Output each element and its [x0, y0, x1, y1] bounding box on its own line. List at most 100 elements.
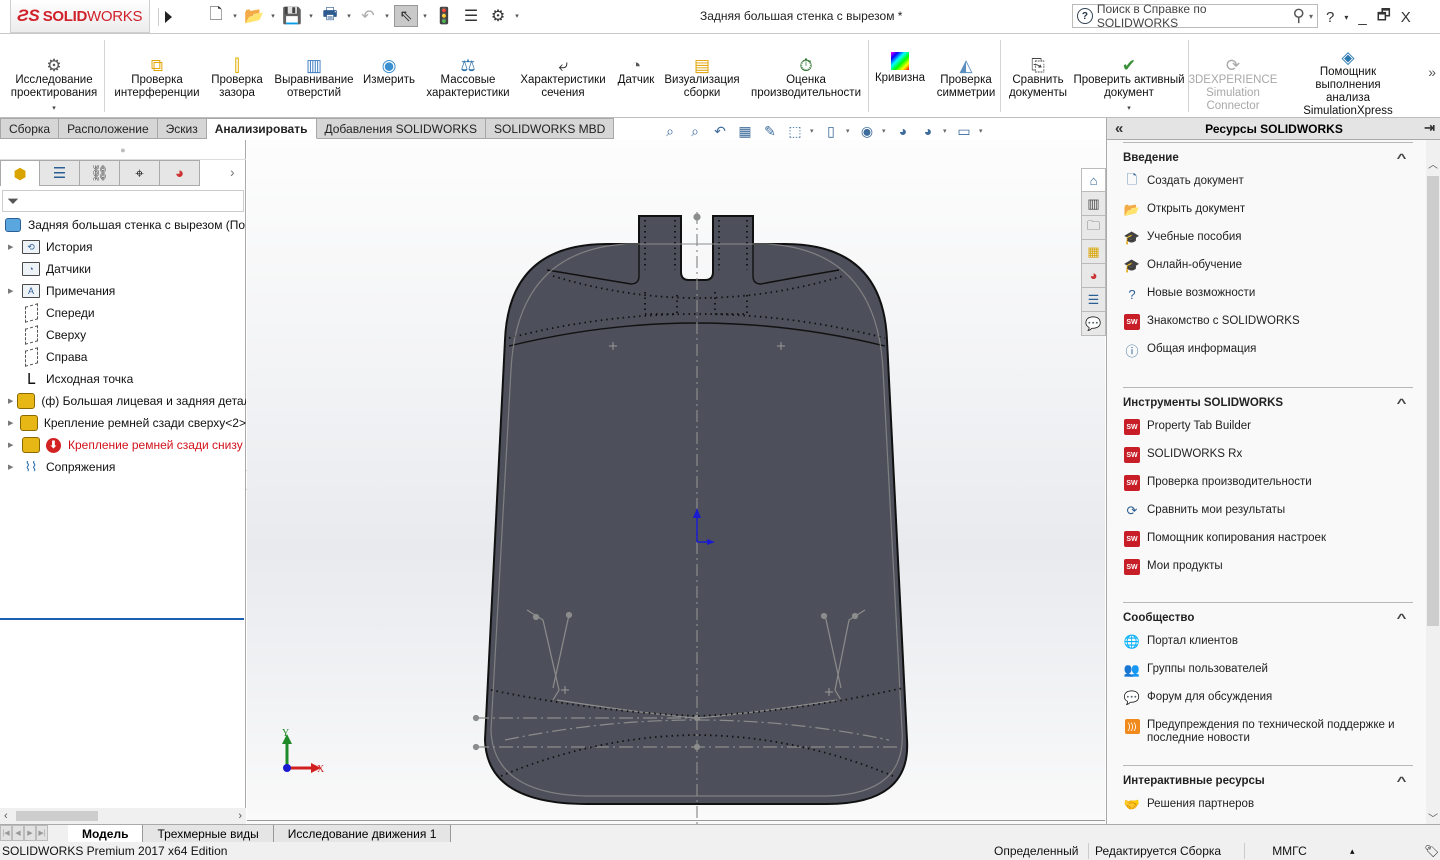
- display-style-icon[interactable]: ▯: [821, 122, 841, 140]
- new-document-button[interactable]: 🗋: [204, 5, 228, 27]
- tab-3[interactable]: Анализировать: [206, 118, 317, 139]
- resource-link[interactable]: SW Помощник копирования настроек: [1123, 524, 1413, 552]
- resource-link[interactable]: 🗋 Создать документ: [1123, 167, 1413, 195]
- ribbon-button-4[interactable]: ◉ Измерить: [360, 34, 418, 118]
- tree-node[interactable]: Задняя большая стенка с вырезом (По: [0, 214, 246, 236]
- apply-scene-icon[interactable]: ◕: [918, 122, 938, 140]
- resource-link[interactable]: 📂 Открыть документ: [1123, 195, 1413, 223]
- resource-link[interactable]: ⓘ Общая информация: [1123, 335, 1413, 363]
- ribbon-button-1[interactable]: ⧉ Проверка интерференции: [112, 34, 202, 118]
- help-dropdown-icon[interactable]: ▾: [1344, 13, 1348, 22]
- collapse-panel-icon[interactable]: «: [1115, 120, 1123, 137]
- resource-link[interactable]: ))) Предупреждения по технической поддерж…: [1123, 711, 1413, 745]
- collapse-section-icon[interactable]: ^: [1397, 611, 1407, 625]
- ribbon-button-9[interactable]: ⏱ Оценка производительности: [746, 34, 866, 118]
- resource-link[interactable]: ⟳ Сравнить мои результаты: [1123, 496, 1413, 524]
- resource-link[interactable]: 🤝 Решения партнеров: [1123, 790, 1413, 818]
- section-header[interactable]: Сообщество ^: [1123, 603, 1413, 627]
- dynamic-annotation-icon[interactable]: ✎: [760, 122, 780, 140]
- hide-show-items-icon[interactable]: ◉: [857, 122, 877, 140]
- print-button[interactable]: 🖶: [318, 5, 342, 27]
- resource-link[interactable]: 💬 Форум для обсуждения: [1123, 683, 1413, 711]
- zoom-to-fit-icon[interactable]: ⌕: [660, 122, 680, 140]
- undo-dropdown-icon[interactable]: ▾: [383, 5, 391, 27]
- horizontal-scrollbar[interactable]: ‹ ›: [0, 808, 246, 824]
- open-document-button[interactable]: 📂: [242, 5, 266, 27]
- resource-link[interactable]: SW Property Tab Builder: [1123, 412, 1413, 440]
- ribbon-button-10[interactable]: ■ Кривизна: [872, 34, 928, 118]
- save-dropdown-icon[interactable]: ▾: [307, 5, 315, 27]
- ribbon-button-5[interactable]: ⚖ Массовые характеристики: [422, 34, 514, 118]
- expand-arrow-icon[interactable]: ▶: [8, 287, 18, 295]
- bottom-tab-1[interactable]: Трехмерные виды: [143, 825, 274, 842]
- expand-arrow-icon[interactable]: ▶: [8, 419, 16, 427]
- tab-propertymanager[interactable]: ☰: [40, 160, 80, 186]
- search-icon[interactable]: ⚲: [1293, 6, 1305, 26]
- tab-2[interactable]: Эскиз: [157, 118, 207, 139]
- tree-node[interactable]: ▶ ⌇⌇ Сопряжения: [0, 456, 246, 478]
- zoom-to-area-icon[interactable]: ⌕: [685, 122, 705, 140]
- expand-arrow-icon[interactable]: ▶: [8, 243, 18, 251]
- scroll-left-icon[interactable]: ‹: [4, 810, 8, 822]
- select-button[interactable]: ⇖: [394, 5, 418, 27]
- task-tab-solidworks-forum[interactable]: 💬: [1081, 312, 1106, 336]
- section-header[interactable]: Инструменты SOLIDWORKS ^: [1123, 388, 1413, 412]
- view-orientation-dropdown-icon[interactable]: ▾: [810, 127, 816, 135]
- model-canvas[interactable]: Y X: [247, 140, 1105, 824]
- tab-4[interactable]: Добавления SOLIDWORKS: [316, 118, 486, 139]
- minimize-button[interactable]: _: [1358, 9, 1366, 26]
- view-orientation-icon[interactable]: ⬚: [785, 122, 805, 140]
- resource-link[interactable]: SW Мои продукты: [1123, 552, 1413, 580]
- tab-1[interactable]: Расположение: [59, 118, 158, 139]
- previous-view-icon[interactable]: ↶: [710, 122, 730, 140]
- view-settings-dropdown-icon[interactable]: ▾: [979, 127, 985, 135]
- resource-link[interactable]: 🎓 Онлайн-обучение: [1123, 251, 1413, 279]
- ribbon-button-14[interactable]: ⟳ 3DEXPERIENCE Simulation Connector: [1189, 34, 1278, 118]
- ribbon-button-12[interactable]: ⎘ Сравнить документы: [1004, 34, 1072, 118]
- tab-5[interactable]: SOLIDWORKS MBD: [486, 118, 615, 139]
- edit-appearance-icon[interactable]: ◕: [893, 122, 913, 140]
- resource-link[interactable]: SW Проверка производительности: [1123, 468, 1413, 496]
- scroll-up-icon[interactable]: ︿: [1427, 156, 1439, 171]
- expand-arrow-icon[interactable]: ▶: [8, 441, 18, 449]
- task-tab-custom-properties[interactable]: ☰: [1081, 288, 1106, 312]
- more-tabs-arrow-icon[interactable]: ›: [230, 164, 235, 180]
- rebuild-button[interactable]: 🚦: [432, 5, 456, 27]
- tree-filter[interactable]: ⏷: [2, 190, 244, 212]
- tab-0[interactable]: Сборка: [0, 118, 60, 139]
- first-tab-icon[interactable]: |◀: [0, 825, 12, 841]
- ribbon-button-3[interactable]: ▥ Выравнивание отверстий: [270, 34, 358, 118]
- ribbon-button-15[interactable]: ◈ Помощник выполнения анализа SimulationX…: [1296, 34, 1400, 118]
- section-header[interactable]: Интерактивные ресурсы ^: [1123, 766, 1413, 790]
- resource-link[interactable]: 🌐 Портал клиентов: [1123, 627, 1413, 655]
- tab-configurationmanager[interactable]: ⛓: [80, 160, 120, 186]
- collapse-section-icon[interactable]: ^: [1397, 396, 1407, 410]
- resource-link[interactable]: SW SOLIDWORKS Rx: [1123, 440, 1413, 468]
- rollback-bar[interactable]: [0, 618, 244, 620]
- ribbon-more-icon[interactable]: »: [1428, 64, 1436, 80]
- file-properties-button[interactable]: ☰: [459, 5, 483, 27]
- ribbon-button-2[interactable]: ⫿ Проверка зазора: [206, 34, 268, 118]
- tree-node[interactable]: ◔ Датчики: [0, 258, 246, 280]
- expand-arrow-icon[interactable]: ▶: [8, 463, 18, 471]
- bottom-tab-0[interactable]: Модель: [68, 825, 144, 842]
- tab-displaymanager[interactable]: ◕: [160, 160, 200, 186]
- units-menu-icon[interactable]: ▴: [1344, 843, 1361, 859]
- last-tab-icon[interactable]: ▶|: [36, 825, 48, 841]
- options-dropdown-icon[interactable]: ▾: [513, 5, 521, 27]
- select-dropdown-icon[interactable]: ▾: [421, 5, 429, 27]
- hide-show-items-dropdown-icon[interactable]: ▾: [882, 127, 888, 135]
- menu-expand-arrow-icon[interactable]: [158, 8, 172, 26]
- tab-dimxpertmanager[interactable]: ⌖: [120, 160, 160, 186]
- restore-button[interactable]: 🗗: [1377, 5, 1391, 30]
- task-tab-view-palette[interactable]: ▦: [1081, 240, 1106, 264]
- resource-link[interactable]: SW Знакомство с SOLIDWORKS: [1123, 307, 1413, 335]
- collapse-section-icon[interactable]: ^: [1397, 774, 1407, 788]
- graphics-area[interactable]: Y X: [247, 140, 1105, 824]
- collapse-section-icon[interactable]: ^: [1397, 151, 1407, 165]
- open-document-dropdown-icon[interactable]: ▾: [269, 5, 277, 27]
- resource-link[interactable]: ? Новые возможности: [1123, 279, 1413, 307]
- options-button[interactable]: ⚙: [486, 5, 510, 27]
- vertical-scrollbar[interactable]: ︿ ﹀: [1426, 140, 1440, 825]
- tree-node[interactable]: Сверху: [0, 324, 246, 346]
